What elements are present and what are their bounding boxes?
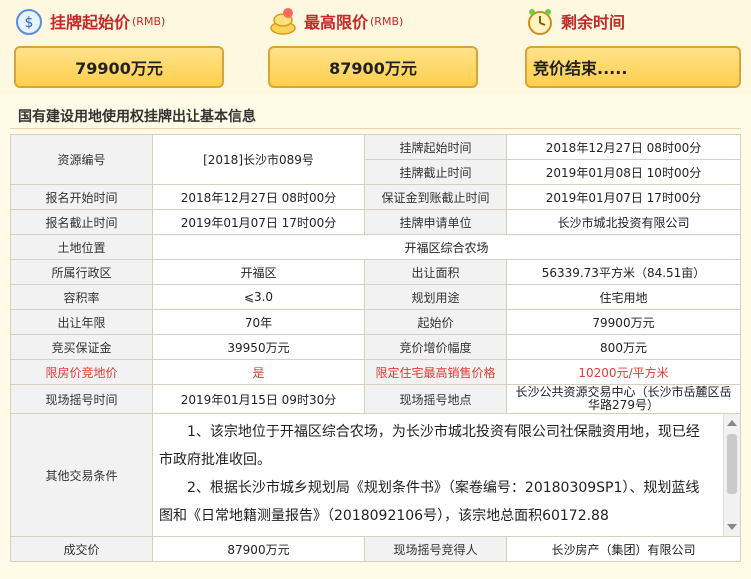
label-lottery-time: 现场摇号时间 <box>10 384 153 414</box>
value-reg-start: 2018年12月27日 08时00分 <box>152 184 365 210</box>
table-row: 现场摇号时间 2019年01月15日 09时30分 现场摇号地点 长沙公共资源交… <box>10 384 741 414</box>
stat-title: 最高限价 <box>304 13 369 32</box>
table-row: 报名截止时间 2019年01月07日 17时00分 挂牌申请单位 长沙市城北投资… <box>10 209 741 235</box>
label-reg-end: 报名截止时间 <box>10 209 153 235</box>
stat-title: 剩余时间 <box>561 13 626 32</box>
svg-text:$: $ <box>25 15 34 31</box>
label-applicant: 挂牌申请单位 <box>364 209 507 235</box>
table-row: 容积率 ⩽3.0 规划用途 住宅用地 <box>10 284 741 310</box>
label-bid-deposit: 竞买保证金 <box>10 334 153 360</box>
scroll-down-arrow-icon[interactable] <box>727 524 737 530</box>
value-usage: 住宅用地 <box>506 284 741 310</box>
value-listing-start: 2018年12月27日 08时00分 <box>506 134 741 160</box>
label-other-conditions: 其他交易条件 <box>10 413 153 537</box>
scroll-thumb[interactable] <box>727 434 737 494</box>
value-lottery-place: 长沙公共资源交易中心（长沙市岳麓区岳华路279号） <box>506 384 741 414</box>
label-usage: 规划用途 <box>364 284 507 310</box>
scroll-up-arrow-icon[interactable] <box>727 420 737 426</box>
value-winner: 长沙房产（集团）有限公司 <box>506 536 741 562</box>
table-row: 限房价竞地价 是 限定住宅最高销售价格 10200元/平方米 <box>10 359 741 385</box>
remaining-time-value: 竞价结束..... <box>525 46 741 88</box>
label-lottery-place: 现场摇号地点 <box>364 384 507 414</box>
other-conditions-p1: 1、该宗地位于开福区综合农场，为长沙市城北投资有限公司社保融资用地，现已经市政府… <box>159 424 700 468</box>
max-price-value: 87900万元 <box>268 46 478 88</box>
label-listing-end: 挂牌截止时间 <box>364 159 507 185</box>
value-location: 开福区综合农场 <box>152 234 741 260</box>
table-row: 土地位置 开福区综合农场 <box>10 234 741 260</box>
land-info-table: 资源编号 [2018]长沙市089号 挂牌起始时间 2018年12月27日 08… <box>10 134 741 562</box>
alarm-clock-icon <box>528 9 552 35</box>
table-row: 成交价 87900万元 现场摇号竞得人 长沙房产（集团）有限公司 <box>10 536 741 562</box>
label-reg-start: 报名开始时间 <box>10 184 153 210</box>
table-row: 竞买保证金 39950万元 竞价增价幅度 800万元 <box>10 334 741 360</box>
value-listing-end: 2019年01月08日 10时00分 <box>506 159 741 185</box>
label-far: 容积率 <box>10 284 153 310</box>
value-area: 56339.73平方米（84.51亩） <box>506 259 741 285</box>
label-winner: 现场摇号竞得人 <box>364 536 507 562</box>
value-district: 开福区 <box>152 259 365 285</box>
price-summary-header: $ 挂牌起始价 (RMB) 79900万元 最高限价 (RMB) 87900万元 <box>0 0 751 94</box>
value-reg-end: 2019年01月07日 17时00分 <box>152 209 365 235</box>
label-resource-no: 资源编号 <box>10 134 153 185</box>
value-resource-no: [2018]长沙市089号 <box>152 134 365 185</box>
label-district: 所属行政区 <box>10 259 153 285</box>
table-row: 其他交易条件 1、该宗地位于开福区综合农场，为长沙市城北投资有限公司社保融资用地… <box>10 413 741 537</box>
stat-unit: (RMB) <box>132 14 166 28</box>
label-increment: 竞价增价幅度 <box>364 334 507 360</box>
value-deal-price: 87900万元 <box>152 536 365 562</box>
other-conditions-p2: 2、根据长沙市城乡规划局《规划条件书》（案卷编号：20180309SP1）、规划… <box>159 480 700 524</box>
value-max-sale-price: 10200元/平方米 <box>506 359 741 385</box>
other-conditions-scrollbar[interactable] <box>723 414 740 536</box>
label-start-price: 起始价 <box>364 309 507 335</box>
label-term: 出让年限 <box>10 309 153 335</box>
value-deposit-deadline: 2019年01月07日 17时00分 <box>506 184 741 210</box>
label-listing-start: 挂牌起始时间 <box>364 134 507 160</box>
label-deal-price: 成交价 <box>10 536 153 562</box>
table-row: 出让年限 70年 起始价 79900万元 <box>10 309 741 335</box>
value-far: ⩽3.0 <box>152 284 365 310</box>
section-header: 国有建设用地使用权挂牌出让基本信息 <box>10 100 741 129</box>
value-increment: 800万元 <box>506 334 741 360</box>
money-pile-icon <box>270 8 296 35</box>
value-term: 70年 <box>152 309 365 335</box>
label-max-sale-price: 限定住宅最高销售价格 <box>364 359 507 385</box>
table-row: 报名开始时间 2018年12月27日 08时00分 保证金到账截止时间 2019… <box>10 184 741 210</box>
table-row: 所属行政区 开福区 出让面积 56339.73平方米（84.51亩） <box>10 259 741 285</box>
section-title: 国有建设用地使用权挂牌出让基本信息 <box>18 109 256 125</box>
stat-title: 挂牌起始价 <box>50 13 131 32</box>
table-row: 资源编号 [2018]长沙市089号 挂牌起始时间 2018年12月27日 08… <box>10 134 741 185</box>
value-applicant: 长沙市城北投资有限公司 <box>506 209 741 235</box>
value-lottery-time: 2019年01月15日 09时30分 <box>152 384 365 414</box>
stat-unit: (RMB) <box>370 14 404 28</box>
value-start-price: 79900万元 <box>506 309 741 335</box>
label-price-cap-mode: 限房价竞地价 <box>10 359 153 385</box>
value-price-cap-mode: 是 <box>152 359 365 385</box>
start-price-value: 79900万元 <box>14 46 224 88</box>
other-conditions-text: 1、该宗地位于开福区综合农场，为长沙市城北投资有限公司社保融资用地，现已经市政府… <box>154 415 714 536</box>
value-bid-deposit: 39950万元 <box>152 334 365 360</box>
money-bag-icon: $ <box>16 9 42 35</box>
label-deposit-deadline: 保证金到账截止时间 <box>364 184 507 210</box>
label-location: 土地位置 <box>10 234 153 260</box>
other-conditions-box[interactable]: 1、该宗地位于开福区综合农场，为长沙市城北投资有限公司社保融资用地，现已经市政府… <box>152 413 741 537</box>
label-area: 出让面积 <box>364 259 507 285</box>
